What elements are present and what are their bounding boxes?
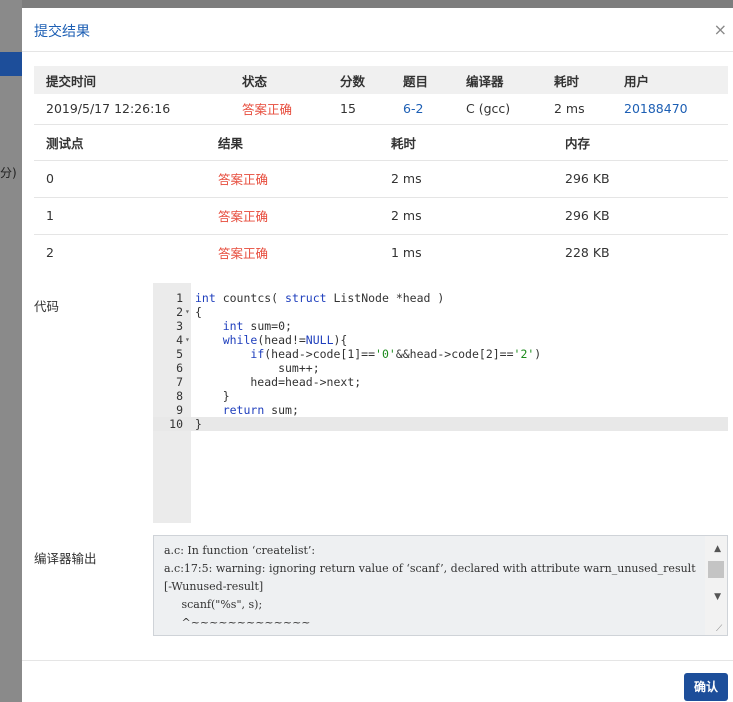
code-text: int sum=0; (222, 319, 292, 333)
submit-time: 2019/5/17 12:26:16 (46, 101, 171, 117)
modal-footer-divider (22, 660, 733, 661)
code-line: 3 int sum=0; (153, 319, 728, 333)
testcase-result: 答案正确 (218, 172, 269, 187)
testcase-time: 2 ms (391, 171, 422, 186)
compiler: C (gcc) (466, 101, 511, 117)
code-text: sum++; (195, 361, 320, 375)
code-text: while(head!=NULL){ (222, 333, 348, 347)
testcase-result: 答案正确 (218, 246, 269, 262)
code-line: 7 head=head->next; (153, 375, 728, 389)
compiler-output-text: a.c: In function ‘createlist’: a.c:17:5:… (164, 544, 696, 629)
testcase-id: 0 (46, 171, 54, 186)
status-badge: 答案正确 (242, 102, 293, 118)
line-number: 10 (169, 417, 183, 431)
code-line: 9 return sum; (153, 403, 728, 417)
line-number: 1 (176, 291, 183, 305)
background-page (0, 0, 22, 702)
testcase-id: 2 (46, 245, 54, 261)
line-number: 9 (176, 403, 183, 417)
testcase-row: 2 答案正确 1 ms 228 KB (34, 234, 728, 271)
modal-header: 提交结果 × (22, 8, 733, 52)
submission-row: 2019/5/17 12:26:16 答案正确 15 6-2 C (gcc) 2… (34, 94, 728, 124)
code-text: } (195, 417, 202, 431)
header-submit-time: 提交时间 (46, 73, 97, 89)
header-status: 状态 (242, 73, 268, 89)
code-text: { (195, 305, 202, 319)
resize-handle-icon[interactable]: ⟋ (716, 624, 726, 634)
code-text: head=head->next; (195, 375, 362, 389)
testcase-result: 答案正确 (218, 209, 269, 224)
code-text: int countcs( struct ListNode *head ) (195, 291, 445, 305)
header-compiler: 编译器 (466, 73, 504, 89)
elapsed-time: 2 ms (554, 101, 585, 117)
line-number: 2 (176, 305, 183, 319)
compiler-output-label: 编译器输出 (34, 551, 97, 566)
code-line: 5 if(head->code[1]=='0'&&head->code[2]==… (153, 347, 728, 361)
line-number: 7 (176, 375, 183, 389)
line-number: 5 (176, 347, 183, 361)
code-label: 代码 (34, 299, 60, 314)
testcase-row: 1 答案正确 2 ms 296 KB (34, 197, 728, 234)
testcase-time: 1 ms (391, 245, 422, 261)
fold-toggle-icon[interactable]: ▾ (185, 333, 190, 347)
line-number: 4 (176, 333, 183, 347)
code-line: 8 } (153, 389, 728, 403)
code-text: return sum; (222, 403, 299, 417)
scroll-down-icon[interactable]: ▼ (714, 592, 721, 602)
code-line: 1 int countcs( struct ListNode *head ) (153, 291, 728, 305)
testcase-memory: 296 KB (565, 171, 610, 186)
scroll-up-icon[interactable]: ▲ (714, 544, 721, 554)
testcase-id: 1 (46, 208, 54, 223)
code-editor[interactable]: 1 int countcs( struct ListNode *head ) 2 ▾ {… (153, 283, 728, 523)
header-result: 结果 (218, 136, 244, 152)
testcase-header-row: 测试点 结果 耗时 内存 (34, 126, 728, 160)
line-number: 3 (176, 319, 183, 333)
line-number: 6 (176, 361, 183, 375)
header-problem: 题目 (403, 73, 429, 89)
modal-title: 提交结果 (34, 24, 90, 40)
header-testcase: 测试点 (46, 136, 84, 152)
header-score: 分数 (340, 73, 366, 89)
code-line: 2 ▾ { (153, 305, 728, 319)
line-number: 8 (176, 389, 183, 403)
testcase-row: 0 答案正确 2 ms 296 KB (34, 160, 728, 197)
scrollbar-thumb[interactable] (708, 561, 724, 578)
code-text: } (195, 389, 230, 403)
fold-toggle-icon[interactable]: ▾ (185, 305, 190, 319)
background-nav-highlight (0, 52, 22, 76)
code-line: 4 ▾ while(head!=NULL){ (153, 333, 728, 347)
score: 15 (340, 101, 356, 117)
header-memory: 内存 (565, 136, 591, 152)
testcase-table: 测试点 结果 耗时 内存 0 答案正确 2 ms 296 KB 1 答案正确 2… (34, 126, 728, 271)
header-elapsed: 耗时 (554, 73, 580, 89)
header-time: 耗时 (391, 136, 417, 152)
code-line: 6 sum++; (153, 361, 728, 375)
close-icon[interactable]: × (714, 20, 727, 39)
code-text: if(head->code[1]=='0'&&head->code[2]=='2… (250, 347, 542, 361)
problem-link[interactable]: 6-2 (391, 94, 454, 124)
scrollbar[interactable]: ▲ ▼ (705, 536, 727, 635)
testcase-time: 2 ms (391, 208, 422, 223)
testcase-memory: 296 KB (565, 208, 610, 223)
confirm-button[interactable]: 确认 (684, 673, 728, 701)
testcase-memory: 228 KB (565, 245, 610, 261)
header-user: 用户 (624, 73, 650, 89)
compiler-output-textarea[interactable]: a.c: In function ‘createlist’: a.c:17:5:… (153, 535, 728, 636)
submission-header-row: 提交时间 状态 分数 题目 编译器 耗时 用户 (34, 66, 728, 94)
submission-table: 提交时间 状态 分数 题目 编译器 耗时 用户 2019/5/17 12:26:… (34, 66, 728, 125)
submission-result-modal: 提交结果 × 提交时间 状态 分数 题目 编译器 耗时 用户 2019/5/17… (22, 8, 733, 702)
code-line: 10} (153, 417, 728, 431)
user-link[interactable]: 20188470 (612, 94, 728, 124)
background-text-fragment: 分) (0, 166, 17, 180)
